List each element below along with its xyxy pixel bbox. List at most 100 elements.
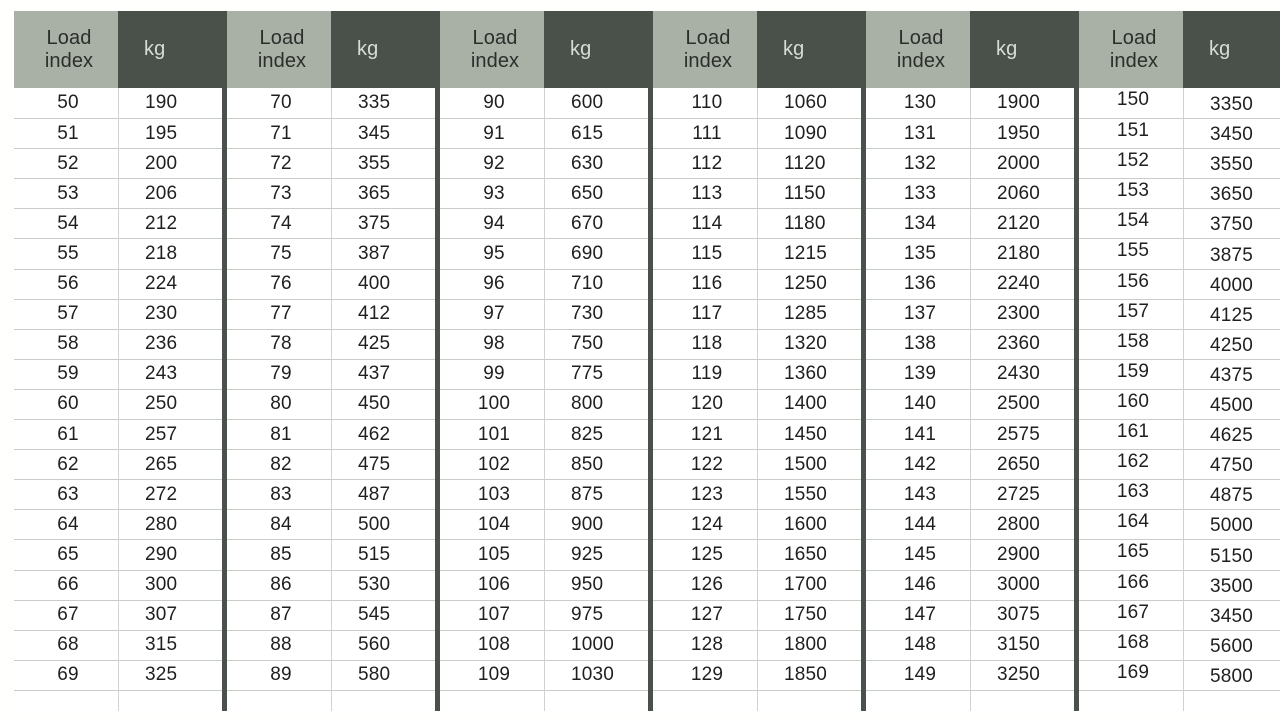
load-index-column: Load index 130 131 132 133 134 135 136 137 138 139…	[866, 11, 970, 711]
load-index-cell: 86	[227, 569, 331, 600]
load-index-cell: 63	[14, 479, 118, 509]
load-index-header: Load index	[1079, 11, 1183, 88]
load-index-column: Load index 70 71 72 73 74 75 76 77 78 79 80 81 82 83 84…	[227, 11, 331, 711]
kg-cell: 265	[119, 449, 222, 479]
kg-body: 1060 1090 1120 1150 1180 1215 1250 1285 1320 1360…	[757, 88, 861, 711]
kg-cell: 206	[119, 178, 222, 208]
load-index-cell: 169	[1079, 659, 1183, 690]
kg-cell: 730	[545, 298, 648, 329]
kg-cell: 900	[545, 509, 648, 539]
load-index-cell: 108	[440, 629, 544, 660]
load-index-cell: 141	[866, 419, 970, 449]
kg-cell: 2060	[971, 178, 1074, 208]
load-index-cell: 103	[440, 479, 544, 509]
load-index-cell: 152	[1079, 148, 1183, 178]
kg-cell: 212	[119, 208, 222, 238]
load-index-cell: 104	[440, 509, 544, 539]
load-index-cell: 147	[866, 599, 970, 630]
load-index-cell: 53	[14, 178, 118, 208]
load-index-cell: 61	[14, 419, 118, 449]
load-index-cell: 56	[14, 268, 118, 299]
kg-header: kg	[118, 11, 222, 88]
load-index-cell: 106	[440, 569, 544, 600]
kg-cell: 437	[332, 358, 435, 389]
kg-cell: 3500	[1184, 569, 1280, 600]
load-index-cell: 70	[270, 92, 292, 114]
kg-cell: 875	[545, 479, 648, 509]
load-index-cell: 154	[1079, 208, 1183, 238]
kg-cell: 615	[545, 118, 648, 148]
kg-cell: 500	[332, 509, 435, 539]
load-index-cell: 59	[14, 358, 118, 389]
load-index-cell: 58	[14, 328, 118, 359]
column-filler	[119, 689, 222, 711]
kg-cell: 5150	[1184, 539, 1280, 569]
kg-cell: 2900	[971, 539, 1074, 569]
load-index-cell: 67	[14, 599, 118, 630]
kg-cell: 224	[119, 268, 222, 299]
kg-cell: 190	[145, 92, 178, 114]
kg-cell: 2575	[971, 419, 1074, 449]
load-index-cell: 107	[440, 599, 544, 630]
load-index-cell: 73	[227, 178, 331, 208]
load-index-cell: 79	[227, 358, 331, 389]
load-index-cell: 66	[14, 569, 118, 600]
kg-cell: 475	[332, 449, 435, 479]
kg-cell: 487	[332, 479, 435, 509]
load-index-cell: 128	[653, 629, 757, 660]
load-index-cell: 96	[440, 268, 544, 299]
kg-cell: 1320	[758, 328, 861, 359]
load-index-cell: 151	[1079, 118, 1183, 148]
load-index-body: 70 71 72 73 74 75 76 77 78 79 80 81 82 83 84 85 86 87 88 89	[227, 88, 331, 711]
kg-column: kg 600 615 630 650 670 690 710 730 750 775 800 825 85…	[544, 11, 648, 711]
kg-cell: 825	[545, 419, 648, 449]
kg-cell: 280	[119, 509, 222, 539]
kg-cell: 5800	[1184, 659, 1280, 690]
kg-cell: 375	[332, 208, 435, 238]
kg-cell: 1900	[997, 92, 1041, 114]
kg-cell: 3000	[971, 569, 1074, 600]
load-index-cell: 131	[866, 118, 970, 148]
kg-cell: 230	[119, 298, 222, 329]
load-index-cell: 138	[866, 328, 970, 359]
load-index-cell: 142	[866, 449, 970, 479]
kg-cell: 345	[332, 118, 435, 148]
load-index-cell: 71	[227, 118, 331, 148]
kg-column: kg 1900 1950 2000 2060 2120 2180 2240 2300 2360 24…	[970, 11, 1074, 711]
load-index-cell: 153	[1079, 178, 1183, 208]
load-index-cell: 158	[1079, 328, 1183, 359]
kg-cell: 2180	[971, 238, 1074, 268]
load-index-cell: 167	[1079, 599, 1183, 630]
kg-cell: 4875	[1184, 479, 1280, 509]
kg-cell: 3650	[1184, 178, 1280, 208]
kg-cell: 1150	[758, 178, 861, 208]
kg-cell: 5000	[1184, 509, 1280, 539]
kg-cell: 1060	[784, 92, 828, 114]
group-110-129: Load index 110 111 112 113 114 115 116 117 118 119…	[648, 11, 861, 711]
load-index-header: Load index	[866, 11, 970, 88]
kg-cell: 1400	[758, 388, 861, 419]
group-150-169: Load index 150 151 152 153 154 155 156 157 158 159…	[1074, 11, 1280, 711]
kg-cell: 4750	[1184, 449, 1280, 479]
load-index-cell: 69	[14, 659, 118, 690]
load-index-cell: 62	[14, 449, 118, 479]
load-index-cell: 118	[653, 328, 757, 359]
kg-cell: 3075	[971, 599, 1074, 630]
column-filler	[758, 689, 861, 711]
load-index-cell: 129	[653, 659, 757, 690]
load-index-header: Load index	[653, 11, 757, 88]
load-index-cell: 126	[653, 569, 757, 600]
kg-cell: 400	[332, 268, 435, 299]
load-index-cell: 109	[440, 659, 544, 690]
load-index-cell: 140	[866, 388, 970, 419]
load-index-cell: 145	[866, 539, 970, 569]
load-index-cell: 75	[227, 238, 331, 268]
column-filler	[1184, 689, 1280, 711]
load-index-cell: 55	[14, 238, 118, 268]
load-index-cell: 123	[653, 479, 757, 509]
kg-header: kg	[970, 11, 1074, 88]
kg-header: kg	[544, 11, 648, 88]
load-index-cell: 150	[1116, 89, 1150, 110]
kg-cell: 690	[545, 238, 648, 268]
load-index-cell: 98	[440, 328, 544, 359]
